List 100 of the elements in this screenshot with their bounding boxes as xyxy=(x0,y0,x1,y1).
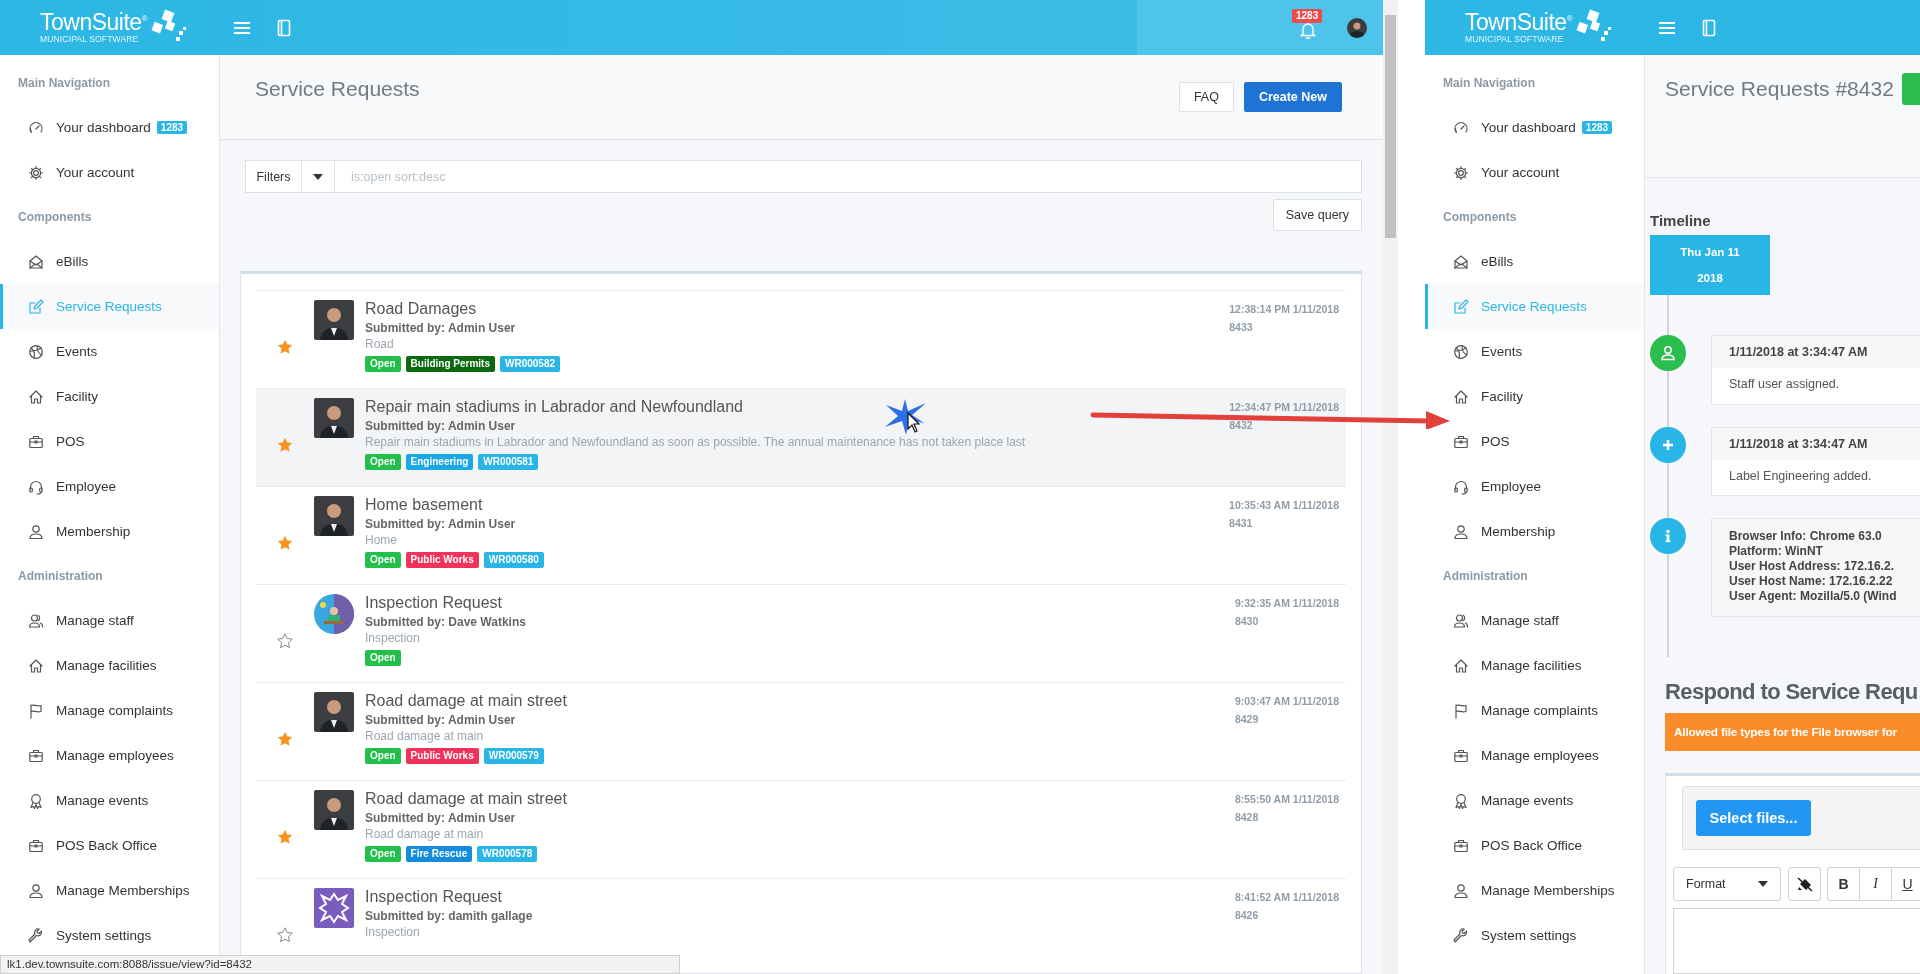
sidebar-item[interactable]: Facility xyxy=(0,374,219,419)
briefcase-icon xyxy=(28,747,44,764)
tag: Open xyxy=(365,552,401,568)
sidebar-item[interactable]: POS xyxy=(1425,419,1644,464)
filters-button[interactable]: Filters xyxy=(245,160,302,193)
event-time: 1/11/2018 at 3:34:47 AM xyxy=(1712,427,1920,460)
sidebar-item[interactable]: Manage facilities xyxy=(0,643,219,688)
sidebar-item[interactable]: Membership xyxy=(1425,509,1644,554)
house-icon xyxy=(1453,388,1469,405)
timestamp: 9:32:35 AM 1/11/2018 xyxy=(1234,596,1339,611)
sidebar-item[interactable]: Employee xyxy=(1425,464,1644,509)
sidebar-item[interactable]: Manage employees xyxy=(0,733,219,778)
headset-icon xyxy=(1453,478,1469,495)
dropdown-button[interactable] xyxy=(302,160,335,193)
bold-button[interactable]: B xyxy=(1827,867,1860,901)
star-icon[interactable] xyxy=(277,339,293,355)
sidebar-heading: Components xyxy=(17,209,93,226)
sidebar-item[interactable]: Employee xyxy=(0,464,219,509)
sidebar-item[interactable]: Membership xyxy=(0,509,219,554)
request-id: 8426 xyxy=(1234,908,1260,923)
tag: Open xyxy=(365,748,401,764)
sidebar-heading: Administration xyxy=(17,568,104,585)
sidebar-item[interactable]: POS Back Office xyxy=(0,823,219,868)
person-icon xyxy=(1453,882,1469,899)
eraser-icon xyxy=(1795,875,1814,893)
avatar xyxy=(314,398,354,438)
gauge-icon xyxy=(28,119,44,136)
sidebar-item[interactable]: Manage events xyxy=(0,778,219,823)
sidebar-item[interactable]: Events xyxy=(0,329,219,374)
request-row[interactable]: Road damage at main street Submitted by: Admin User Road damage at main Open Fire Rescue WR000578 8:55:50 AM 1/11/2018 8428 xyxy=(256,780,1346,878)
search-field[interactable]: is:open sort:desc xyxy=(335,160,1362,193)
people-icon xyxy=(28,612,44,629)
sidebar-item[interactable]: Your account xyxy=(0,150,219,195)
house-icon xyxy=(28,657,44,674)
submitter-text: Submitted by: Admin User xyxy=(365,418,517,435)
briefcase-icon xyxy=(1453,433,1469,450)
create-button[interactable]: Create New xyxy=(1243,82,1342,112)
tag: Open xyxy=(365,650,401,666)
sidebar-item[interactable]: Your account xyxy=(1425,150,1644,195)
clear-format-button[interactable] xyxy=(1788,867,1821,901)
sidebar-item[interactable]: Manage Memberships xyxy=(0,868,219,913)
sidebar-item[interactable]: System settings xyxy=(0,913,219,958)
sidebar-item[interactable]: Manage facilities xyxy=(1425,643,1644,688)
tag: Public Works xyxy=(405,552,479,568)
submitter-text: Submitted by: Admin User xyxy=(365,810,517,827)
avatar xyxy=(314,692,354,732)
request-id: 8430 xyxy=(1234,614,1260,629)
sidebar-item[interactable]: Manage Memberships xyxy=(1425,868,1644,913)
tag: WR000580 xyxy=(483,552,544,568)
headset-icon xyxy=(28,478,44,495)
sidebar-item[interactable]: Manage staff xyxy=(1425,598,1644,643)
sidebar-heading: Components xyxy=(1442,209,1518,226)
request-title: Home basement xyxy=(365,495,484,515)
scrollbar[interactable] xyxy=(1383,0,1398,974)
star-icon[interactable] xyxy=(277,927,293,943)
edit-icon xyxy=(28,298,44,315)
sidebar-item[interactable]: Manage complaints xyxy=(0,688,219,733)
sidebar-item[interactable]: Facility xyxy=(1425,374,1644,419)
notification-badge: 1283 xyxy=(1292,8,1323,23)
star-icon[interactable] xyxy=(277,731,293,747)
sidebar-item[interactable]: Events xyxy=(1425,329,1644,374)
tag: Building Permits xyxy=(405,356,495,372)
sidebar-item[interactable]: Manage staff xyxy=(0,598,219,643)
request-row[interactable]: Road damage at main street Submitted by: Admin User Road damage at main Open Public Works WR000579 9:03:47 AM 1/11/2018 8429 xyxy=(256,682,1346,780)
sidebar-item[interactable]: System settings xyxy=(1425,913,1644,958)
sidebar-item[interactable]: eBills xyxy=(0,239,219,284)
star-icon[interactable] xyxy=(277,829,293,845)
sidebar-item[interactable]: Manage events xyxy=(1425,778,1644,823)
underline-button[interactable]: U xyxy=(1891,867,1920,901)
flag-icon xyxy=(1453,702,1469,719)
save-query-button[interactable]: Save query xyxy=(1272,199,1362,231)
request-row[interactable] xyxy=(256,388,1346,486)
request-description: Home xyxy=(365,533,398,548)
sidebar-item[interactable]: Manage employees xyxy=(1425,733,1644,778)
briefcase-icon xyxy=(1453,837,1469,854)
star-icon[interactable] xyxy=(277,437,293,453)
tag: Open xyxy=(365,846,401,862)
avatar xyxy=(314,496,354,536)
request-title: Road damage at main street xyxy=(365,789,568,809)
request-id: 8432 xyxy=(1229,418,1254,433)
star-icon[interactable] xyxy=(277,535,293,551)
request-row[interactable]: Home basement Submitted by: Admin User Home Open Public Works WR000580 10:35:43 AM 1/11/2018 8431 xyxy=(256,486,1346,584)
format-dropdown[interactable]: Format xyxy=(1673,867,1781,901)
award-icon xyxy=(1453,792,1469,809)
faq-button[interactable]: FAQ xyxy=(1178,82,1234,112)
request-row[interactable]: Inspection Request Submitted by: Dave Watkins Inspection Open 9:32:35 AM 1/11/2018 8430 xyxy=(256,584,1346,682)
sidebar-item[interactable]: Manage complaints xyxy=(1425,688,1644,733)
tag: Fire Rescue xyxy=(405,846,473,862)
sidebar-item[interactable]: Your dashboard 1283 xyxy=(1425,105,1644,150)
sidebar-item[interactable]: POS xyxy=(0,419,219,464)
sidebar-item[interactable]: Your dashboard 1283 xyxy=(0,105,219,150)
year-text: 2018 xyxy=(1697,272,1723,284)
italic-button[interactable]: I xyxy=(1859,867,1892,901)
briefcase-icon xyxy=(1453,747,1469,764)
star-icon[interactable] xyxy=(277,633,293,649)
award-icon xyxy=(28,792,44,809)
sidebar-item[interactable]: eBills xyxy=(1425,239,1644,284)
sidebar-item[interactable]: POS Back Office xyxy=(1425,823,1644,868)
edit-icon xyxy=(1453,298,1469,315)
timestamp: 12:38:14 PM 1/11/2018 xyxy=(1229,302,1339,317)
